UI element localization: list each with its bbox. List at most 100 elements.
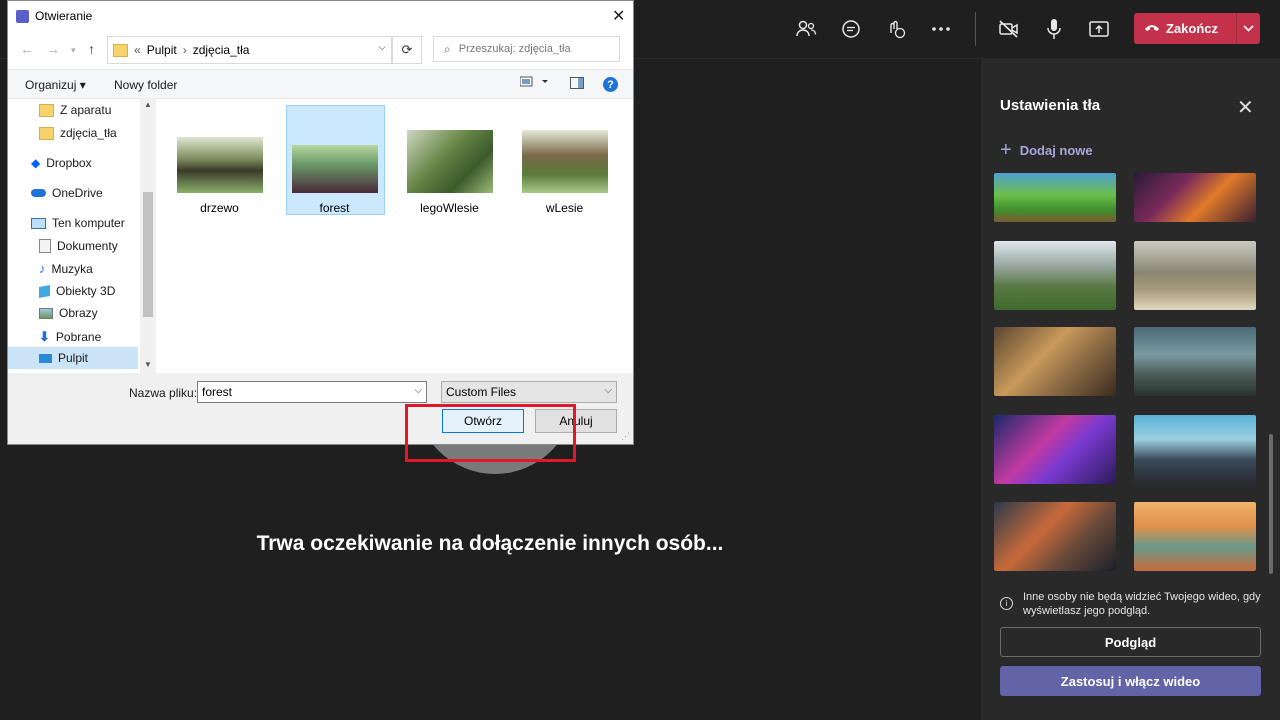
background-thumbnail[interactable]: [994, 241, 1116, 310]
background-thumbnail[interactable]: [1134, 327, 1256, 396]
view-options-icon[interactable]: [519, 76, 550, 91]
computer-icon: [31, 217, 46, 229]
dialog-title: Otwieranie: [35, 9, 93, 23]
close-icon[interactable]: ✕: [1237, 95, 1254, 120]
search-icon: ⌕: [444, 41, 451, 56]
image-thumbnail: [176, 137, 263, 193]
folder-icon: [39, 103, 54, 117]
chevron-down-icon[interactable]: [1237, 25, 1260, 32]
refresh-icon[interactable]: ⟳: [392, 36, 422, 64]
search-input[interactable]: ⌕ Przeszukaj: zdjęcia_tła: [433, 36, 620, 62]
back-arrow-icon[interactable]: ←: [20, 41, 34, 57]
end-call-label: Zakończ: [1166, 21, 1219, 36]
background-thumbnail[interactable]: [1134, 415, 1256, 484]
camera-off-icon[interactable]: [994, 14, 1024, 44]
tree-item-pulpit[interactable]: Pulpit: [39, 351, 88, 365]
preview-info: i Inne osoby nie będą widzieć Twojego wi…: [1000, 590, 1270, 618]
reactions-icon[interactable]: [881, 14, 911, 44]
tree-scroll-thumb[interactable]: [143, 192, 153, 317]
tree-item-obiekty-3d[interactable]: Obiekty 3D: [39, 284, 115, 298]
organize-menu[interactable]: Organizuj ▾: [25, 78, 86, 92]
chevron-down-icon[interactable]: ⌵: [604, 385, 612, 396]
filename-value: forest: [202, 385, 233, 399]
apply-video-button[interactable]: Zastosuj i włącz wideo: [1000, 666, 1261, 696]
filename-input[interactable]: forest ⌵: [197, 381, 427, 403]
command-bar: Organizuj ▾ Nowy folder ?: [8, 69, 633, 99]
toolbar-separator: [975, 12, 976, 46]
onedrive-icon: [31, 189, 46, 197]
preview-pane-icon[interactable]: [570, 77, 584, 92]
filetype-value: Custom Files: [446, 385, 517, 399]
scroll-down-icon[interactable]: ▼: [144, 360, 152, 369]
downloads-icon: ⬇: [39, 329, 50, 344]
tree-item-pobrane[interactable]: ⬇ Pobrane: [39, 329, 101, 345]
folder-icon: [113, 43, 128, 57]
chat-icon[interactable]: [836, 14, 866, 44]
background-thumbnail[interactable]: [994, 415, 1116, 484]
highlight-box: [405, 404, 576, 462]
recent-dropdown-icon[interactable]: ▾: [71, 45, 76, 56]
info-icon: i: [1000, 597, 1013, 610]
close-icon[interactable]: ✕: [612, 6, 625, 26]
breadcrumb-item[interactable]: Pulpit: [147, 43, 177, 57]
background-settings-panel: Ustawienia tła ✕ + Dodaj nowe i Inne oso…: [981, 59, 1280, 720]
filename-label: Nazwa pliku:: [129, 386, 198, 400]
background-thumbnail[interactable]: [994, 173, 1116, 222]
file-item-legowlesie[interactable]: legoWlesie: [401, 130, 498, 215]
up-arrow-icon[interactable]: ↑: [88, 41, 95, 57]
preview-button[interactable]: Podgląd: [1000, 627, 1261, 657]
chevron-right-icon: ›: [182, 43, 187, 57]
scroll-up-icon[interactable]: ▲: [144, 100, 152, 109]
more-icon[interactable]: [926, 14, 956, 44]
tree-item-muzyka[interactable]: ♪ Muzyka: [39, 261, 93, 276]
chevron-down-icon[interactable]: ⌵: [414, 385, 422, 396]
address-overflow[interactable]: «: [134, 43, 141, 57]
music-icon: ♪: [39, 261, 46, 276]
objects-3d-icon: [39, 284, 50, 298]
file-item-drzewo[interactable]: drzewo: [171, 137, 268, 215]
add-new-button[interactable]: + Dodaj nowe: [1000, 139, 1093, 162]
filetype-select[interactable]: Custom Files ⌵: [441, 381, 617, 403]
file-open-dialog: Otwieranie ✕ ← → ▾ ↑ « Pulpit › zdjęcia_…: [7, 0, 634, 445]
end-call-button[interactable]: Zakończ: [1134, 13, 1260, 44]
waiting-message: Trwa oczekiwanie na dołączenie innych os…: [256, 532, 724, 555]
file-item-forest[interactable]: forest: [286, 145, 383, 215]
tree-item-z-aparatu[interactable]: Z aparatu: [39, 103, 111, 117]
background-thumbnail[interactable]: [994, 502, 1116, 571]
teams-app-icon: [16, 9, 29, 23]
new-folder-button[interactable]: Nowy folder: [114, 78, 177, 92]
tree-item-dropbox[interactable]: ◆ Dropbox: [31, 156, 92, 170]
forward-arrow-icon[interactable]: →: [46, 41, 60, 57]
add-new-label: Dodaj nowe: [1019, 143, 1093, 158]
panel-title: Ustawienia tła: [1000, 97, 1101, 114]
help-icon[interactable]: ?: [603, 77, 618, 92]
background-thumbnail[interactable]: [1134, 173, 1256, 222]
tree-item-dokumenty[interactable]: Dokumenty: [39, 239, 118, 253]
background-thumbnail[interactable]: [1134, 241, 1256, 310]
tree-item-obrazy[interactable]: Obrazy: [39, 306, 98, 320]
documents-icon: [39, 239, 51, 253]
background-thumbnail[interactable]: [994, 327, 1116, 396]
background-thumbnail[interactable]: [1134, 502, 1256, 571]
resize-grip-icon[interactable]: ⋰: [621, 431, 630, 442]
preview-info-text: Inne osoby nie będą widzieć Twojego wide…: [1023, 591, 1261, 617]
hang-up-icon: [1144, 21, 1160, 36]
tree-item-zdjecia-tla[interactable]: zdjęcia_tła: [39, 126, 117, 140]
share-icon[interactable]: [1084, 14, 1114, 44]
file-list: drzewo forest legoWlesie wLesie: [157, 98, 633, 373]
image-thumbnail: [406, 130, 493, 193]
navigation-tree: Z aparatu zdjęcia_tła ◆ Dropbox OneDrive …: [8, 98, 156, 373]
breadcrumb-item[interactable]: zdjęcia_tła: [193, 43, 250, 57]
image-thumbnail: [521, 130, 608, 193]
dropbox-icon: ◆: [31, 156, 41, 170]
mic-icon[interactable]: [1039, 14, 1069, 44]
address-bar[interactable]: « Pulpit › zdjęcia_tła ⌵: [107, 36, 392, 64]
participants-icon[interactable]: [791, 14, 821, 44]
image-thumbnail: [291, 145, 378, 193]
chevron-down-icon[interactable]: ⌵: [378, 42, 386, 53]
panel-scrollbar[interactable]: [1269, 434, 1273, 574]
tree-item-ten-komputer[interactable]: Ten komputer: [31, 216, 125, 230]
file-item-wlesie[interactable]: wLesie: [516, 130, 613, 215]
tree-item-onedrive[interactable]: OneDrive: [31, 186, 103, 200]
desktop-icon: [39, 353, 52, 363]
